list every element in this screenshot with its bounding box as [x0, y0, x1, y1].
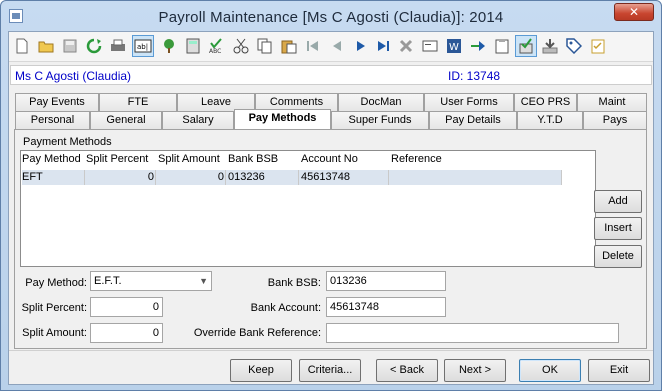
grid-divider	[155, 170, 156, 185]
tab-ytd[interactable]: Y.T.D	[517, 111, 583, 129]
print-icon[interactable]	[107, 35, 129, 57]
override-reference-label: Override Bank Reference:	[193, 327, 321, 339]
save-icon[interactable]	[59, 35, 81, 57]
checklist-icon[interactable]	[587, 35, 609, 57]
grid-divider	[561, 170, 562, 185]
tab-maint[interactable]: Maint	[577, 93, 647, 111]
pay-method-select[interactable]: E.F.T. ▼	[90, 271, 212, 291]
chevron-down-icon[interactable]: ▼	[199, 272, 208, 290]
client-area: ab| ABC W Ms C Agosti (Claudia) ID: 1374…	[8, 31, 654, 385]
cell-pay-method: EFT	[22, 171, 43, 183]
bank-bsb-label: Bank BSB:	[267, 277, 321, 289]
clipboard-icon[interactable]	[491, 35, 513, 57]
previous-record-icon[interactable]	[326, 35, 348, 57]
split-percent-label: Split Percent:	[21, 302, 87, 314]
criteria-button[interactable]: Criteria...	[299, 359, 361, 382]
col-reference[interactable]: Reference	[391, 153, 442, 165]
download-icon[interactable]	[539, 35, 561, 57]
svg-text:ab|: ab|	[137, 43, 148, 51]
grid-divider	[298, 170, 299, 185]
col-bank-bsb[interactable]: Bank BSB	[228, 153, 278, 165]
cell-split-percent: 0	[147, 171, 154, 183]
refresh-icon[interactable]	[83, 35, 105, 57]
col-split-amount[interactable]: Split Amount	[158, 153, 220, 165]
title-bar[interactable]: Payroll Maintenance [Ms C Agosti (Claudi…	[1, 1, 661, 31]
add-button[interactable]: Add	[594, 190, 642, 213]
tab-docman[interactable]: DocMan	[338, 93, 424, 111]
cut-icon[interactable]	[230, 35, 252, 57]
text-field-icon[interactable]: ab|	[132, 35, 154, 57]
close-button[interactable]: ✕	[614, 3, 654, 21]
tab-pay-methods[interactable]: Pay Methods	[234, 109, 331, 129]
override-reference-field[interactable]	[326, 323, 619, 343]
arrow-icon[interactable]	[467, 35, 489, 57]
bank-bsb-field[interactable]: 013236	[326, 271, 446, 291]
back-button[interactable]: < Back	[376, 359, 438, 382]
copy-icon[interactable]	[254, 35, 276, 57]
pay-method-label: Pay Method:	[25, 277, 87, 289]
toolbar: ab| ABC W	[9, 32, 653, 62]
svg-text:ABC: ABC	[209, 48, 221, 54]
open-icon[interactable]	[35, 35, 57, 57]
next-record-icon[interactable]	[350, 35, 372, 57]
split-percent-field[interactable]: 0	[90, 297, 163, 317]
payment-methods-grid[interactable]: Pay Method Split Percent Split Amount Ba…	[20, 150, 596, 267]
tab-general[interactable]: General	[90, 111, 162, 129]
col-pay-method[interactable]: Pay Method	[22, 153, 81, 165]
tab-salary[interactable]: Salary	[162, 111, 234, 129]
payment-methods-label: Payment Methods	[23, 136, 112, 148]
grid-divider	[225, 170, 226, 185]
calculator-icon[interactable]	[182, 35, 204, 57]
tab-pays[interactable]: Pays	[583, 111, 647, 129]
cell-bank-bsb: 013236	[228, 171, 265, 183]
svg-text:W: W	[449, 42, 459, 53]
last-record-icon[interactable]	[372, 35, 394, 57]
tab-super-funds[interactable]: Super Funds	[331, 111, 429, 129]
grid-divider	[388, 170, 389, 185]
employee-bar: Ms C Agosti (Claudia) ID: 13748	[10, 65, 652, 85]
insert-button[interactable]: Insert	[594, 217, 642, 240]
paste-icon[interactable]	[278, 35, 300, 57]
window-title: Payroll Maintenance [Ms C Agosti (Claudi…	[158, 9, 504, 26]
pay-method-value: E.F.T.	[94, 275, 122, 287]
approve-icon[interactable]	[515, 35, 537, 57]
employee-name: Ms C Agosti (Claudia)	[15, 69, 132, 83]
tab-user-forms[interactable]: User Forms	[424, 93, 514, 111]
delete-icon[interactable]	[395, 35, 417, 57]
tab-personal[interactable]: Personal	[15, 111, 90, 129]
employee-id: ID: 13748	[448, 69, 501, 83]
word-icon[interactable]: W	[443, 35, 465, 57]
col-split-percent[interactable]: Split Percent	[86, 153, 148, 165]
split-amount-field[interactable]: 0	[90, 323, 163, 343]
tab-ceo-prs[interactable]: CEO PRS	[514, 93, 577, 111]
spellcheck-icon[interactable]: ABC	[206, 35, 228, 57]
grid-divider	[84, 170, 85, 185]
ok-button[interactable]: OK	[519, 359, 581, 382]
tab-pay-details[interactable]: Pay Details	[429, 111, 517, 129]
split-amount-label: Split Amount:	[22, 327, 87, 339]
tab-fte[interactable]: FTE	[99, 93, 177, 111]
tree-icon[interactable]	[158, 35, 180, 57]
exit-button[interactable]: Exit	[588, 359, 650, 382]
table-row[interactable]: EFT 0 0 013236 45613748	[22, 170, 562, 185]
next-button[interactable]: Next >	[444, 359, 506, 382]
delete-button[interactable]: Delete	[594, 245, 642, 268]
bank-account-field[interactable]: 45613748	[326, 297, 446, 317]
keep-button[interactable]: Keep	[230, 359, 292, 382]
tab-pay-events[interactable]: Pay Events	[15, 93, 99, 111]
card-icon[interactable]	[419, 35, 441, 57]
new-icon[interactable]	[11, 35, 33, 57]
footer-bar: Keep Criteria... < Back Next > OK Exit	[9, 350, 653, 384]
tag-icon[interactable]	[563, 35, 585, 57]
cell-split-amount: 0	[217, 171, 224, 183]
col-account-no[interactable]: Account No	[301, 153, 358, 165]
payroll-maintenance-window: Payroll Maintenance [Ms C Agosti (Claudi…	[0, 0, 662, 391]
first-record-icon[interactable]	[302, 35, 324, 57]
cell-account-no: 45613748	[301, 171, 350, 183]
bank-account-label: Bank Account:	[250, 302, 321, 314]
